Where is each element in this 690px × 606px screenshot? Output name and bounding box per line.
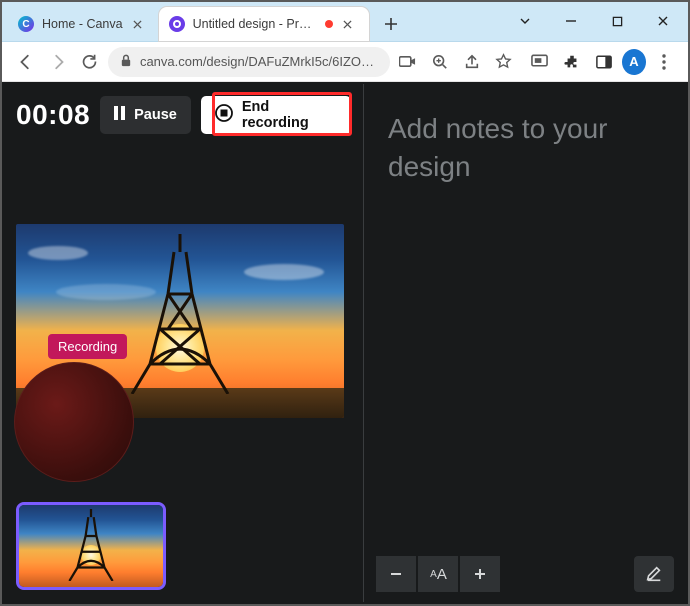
notes-placeholder-text[interactable]: Add notes to your design bbox=[364, 84, 686, 186]
end-recording-button[interactable]: End recording bbox=[201, 96, 351, 134]
screen-overlay-icon[interactable] bbox=[526, 47, 554, 77]
edit-notes-button[interactable] bbox=[634, 556, 674, 592]
new-tab-button[interactable] bbox=[377, 10, 405, 38]
recording-controls: 00:08 Pause End recording bbox=[4, 84, 363, 134]
text-size-controls: AA bbox=[376, 556, 500, 592]
window-titlebar: C Home - Canva Untitled design - Prese bbox=[2, 2, 688, 42]
tab-strip: C Home - Canva Untitled design - Prese bbox=[2, 2, 405, 41]
lock-icon bbox=[120, 54, 132, 70]
slide-thumbnail-1[interactable] bbox=[16, 502, 166, 590]
nav-back-button[interactable] bbox=[12, 47, 40, 77]
tab-label: Home - Canva bbox=[42, 17, 123, 31]
reload-button[interactable] bbox=[76, 47, 104, 77]
end-recording-label: End recording bbox=[242, 99, 337, 131]
close-window-button[interactable] bbox=[640, 6, 686, 36]
pause-label: Pause bbox=[134, 107, 177, 123]
stop-recording-icon bbox=[215, 104, 233, 126]
canva-recording-app: 00:08 Pause End recording bbox=[4, 84, 686, 602]
close-icon[interactable] bbox=[131, 17, 145, 31]
window-controls bbox=[502, 6, 686, 36]
nav-forward-button[interactable] bbox=[44, 47, 72, 77]
minimize-button[interactable] bbox=[548, 6, 594, 36]
maximize-button[interactable] bbox=[594, 6, 640, 36]
camera-permission-icon[interactable] bbox=[394, 47, 422, 77]
increase-text-size-button[interactable] bbox=[460, 556, 500, 592]
text-size-indicator[interactable]: AA bbox=[418, 556, 458, 592]
recording-pane: 00:08 Pause End recording bbox=[4, 84, 364, 602]
share-icon[interactable] bbox=[458, 47, 486, 77]
tab-label: Untitled design - Prese bbox=[193, 17, 317, 31]
address-bar[interactable]: canva.com/design/DAFuZMrkI5c/6IZOHI… bbox=[108, 47, 390, 77]
browser-tab-home-canva[interactable]: C Home - Canva bbox=[8, 7, 159, 41]
profile-avatar[interactable]: A bbox=[622, 49, 646, 75]
recording-badge: Recording bbox=[48, 334, 127, 359]
close-icon[interactable] bbox=[341, 17, 355, 31]
recording-timer: 00:08 bbox=[16, 99, 90, 131]
notes-pane: Add notes to your design AA bbox=[364, 84, 686, 602]
url-text: canva.com/design/DAFuZMrkI5c/6IZOHI… bbox=[140, 54, 378, 69]
bookmark-star-icon[interactable] bbox=[490, 47, 518, 77]
sidepanel-icon[interactable] bbox=[590, 47, 618, 77]
extensions-icon[interactable] bbox=[558, 47, 586, 77]
camera-bubble[interactable] bbox=[14, 362, 134, 482]
dropdown-icon[interactable] bbox=[502, 6, 548, 36]
canva-design-favicon bbox=[169, 16, 185, 32]
kebab-menu-icon[interactable] bbox=[650, 47, 678, 77]
browser-tab-untitled-design[interactable]: Untitled design - Prese bbox=[159, 7, 369, 41]
recording-indicator-icon bbox=[325, 20, 333, 28]
canva-favicon: C bbox=[18, 16, 34, 32]
eiffel-tower-graphic bbox=[120, 234, 240, 394]
browser-toolbar: canva.com/design/DAFuZMrkI5c/6IZOHI… A bbox=[2, 42, 688, 82]
pause-button[interactable]: Pause bbox=[100, 96, 191, 134]
decrease-text-size-button[interactable] bbox=[376, 556, 416, 592]
zoom-icon[interactable] bbox=[426, 47, 454, 77]
pause-icon bbox=[114, 106, 125, 124]
